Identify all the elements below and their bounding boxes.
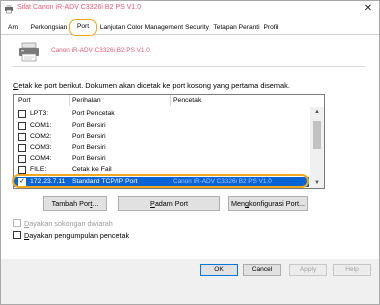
port-name: FILE: — [30, 166, 47, 173]
port-checkbox[interactable] — [18, 133, 26, 141]
port-checkbox[interactable] — [18, 155, 26, 163]
port-description: Standard TCP/IP Port — [72, 178, 138, 185]
port-checkbox[interactable] — [18, 144, 26, 152]
port-instruction: Cetak ke port berikut. Dokumen akan dice… — [13, 81, 290, 90]
delete-port-button[interactable]: Padam Port — [118, 196, 220, 211]
column-divider[interactable] — [69, 95, 70, 106]
port-row-com1[interactable]: COM1: Port Bersiri — [14, 121, 309, 131]
port-row-lpt3[interactable]: LPT3: Port Pencetak — [14, 109, 309, 119]
tab-device-settings[interactable]: Tetapan Peranti — [211, 22, 262, 35]
bidirectional-support-option[interactable]: Dayakan sokongan dwiarah — [13, 219, 113, 228]
port-description: Port Bersiri — [72, 155, 106, 162]
bidirectional-support-label: ayakan sokongan dwiarah — [29, 219, 113, 228]
port-name: COM4: — [30, 155, 52, 162]
port-printer: Canon iR-ADV C3326i B2 PS V1.0 — [173, 178, 272, 185]
tab-sharing[interactable]: Perkongsian — [29, 22, 69, 35]
divider — [13, 66, 365, 67]
printer-pooling-option[interactable]: Dayakan pengumpulan pencetak — [13, 231, 129, 240]
printer-properties-window: Sifat Canon iR-ADV C3326i B2 PS V1.0 ✕ A… — [0, 0, 380, 305]
apply-button[interactable]: Apply — [289, 264, 327, 276]
tab-security[interactable]: Security — [183, 22, 211, 35]
help-button[interactable]: Help — [333, 264, 371, 276]
port-name: LPT3: — [30, 110, 49, 117]
port-row-file[interactable]: FILE: Cetak ke Fail — [14, 165, 309, 175]
port-name: COM1: — [30, 122, 52, 129]
printer-pooling-checkbox[interactable] — [13, 231, 21, 239]
add-port-ellipsis: ... — [92, 199, 99, 208]
printer-app-icon — [5, 5, 13, 14]
window-title: Sifat Canon iR-ADV C3326i B2 PS V1.0 — [17, 4, 142, 11]
column-header-description[interactable]: Perihalan — [72, 97, 101, 104]
title-bar: Sifat Canon iR-ADV C3326i B2 PS V1.0 ✕ — [1, 1, 379, 17]
configure-port-label-rest: konfigurasi Port... — [249, 199, 305, 208]
port-name: COM3: — [30, 144, 52, 151]
port-list-scrollbar[interactable]: ▲ ▼ — [310, 107, 324, 188]
ok-button[interactable]: OK — [200, 264, 238, 276]
port-checkbox[interactable] — [18, 122, 26, 130]
printer-pooling-label: ayakan pengumpulan pencetak — [29, 231, 130, 240]
port-row-com4[interactable]: COM4: Port Bersiri — [14, 154, 309, 164]
port-description: Port Pencetak — [72, 110, 115, 117]
close-button[interactable]: ✕ — [358, 2, 378, 15]
port-name: 172.23.7.11 — [30, 178, 66, 185]
delete-port-label: adam Port — [154, 199, 188, 208]
bidirectional-support-checkbox[interactable] — [13, 219, 21, 227]
port-description: Port Bersiri — [72, 133, 106, 140]
tab-general[interactable]: Am — [4, 22, 22, 35]
tab-strip: Am Perkongsian Port Lanjutan Color Manag… — [1, 19, 379, 36]
tab-advanced[interactable]: Lanjutan — [98, 22, 127, 35]
cancel-button[interactable]: Cancel — [243, 264, 281, 276]
port-checkbox[interactable] — [18, 166, 26, 174]
tab-profile[interactable]: Profil — [262, 22, 280, 35]
port-description: Cetak ke Fail — [72, 166, 112, 173]
port-list[interactable]: Port Perihalan Pencetak LPT3: Port Pence… — [13, 94, 325, 189]
column-divider[interactable] — [170, 95, 171, 106]
printer-name: Canon iR-ADV C3326i B2 PS V1.0 — [51, 47, 150, 54]
column-header-printer[interactable]: Pencetak — [173, 97, 201, 104]
printer-icon — [19, 42, 39, 62]
tab-color-management[interactable]: Color Management — [127, 22, 183, 35]
tab-port[interactable]: Port — [69, 19, 97, 36]
scroll-thumb[interactable] — [313, 121, 321, 149]
scroll-up-icon[interactable]: ▲ — [310, 107, 324, 117]
configure-port-label: Men — [231, 199, 246, 208]
port-description: Port Bersiri — [72, 144, 106, 151]
port-row-tcpip-selected[interactable]: ✓ 172.23.7.11 Standard TCP/IP Port Canon… — [14, 177, 309, 187]
port-row-com2[interactable]: COM2: Port Bersiri — [14, 132, 309, 142]
add-port-label: Tambah Por — [51, 199, 91, 208]
port-checkbox-checked[interactable]: ✓ — [18, 178, 26, 186]
configure-port-button[interactable]: Mengkonfigurasi Port... — [228, 196, 308, 211]
scroll-down-icon[interactable]: ▼ — [310, 178, 324, 188]
add-port-button[interactable]: Tambah Port... — [43, 196, 107, 211]
instruction-text: etak ke port berikut. Dokumen akan dicet… — [18, 81, 290, 90]
port-checkbox[interactable] — [18, 110, 26, 118]
port-row-com3[interactable]: COM3: Port Bersiri — [14, 143, 309, 153]
port-description: Port Bersiri — [72, 122, 106, 129]
port-name: COM2: — [30, 133, 52, 140]
column-header-port[interactable]: Port — [18, 97, 30, 104]
